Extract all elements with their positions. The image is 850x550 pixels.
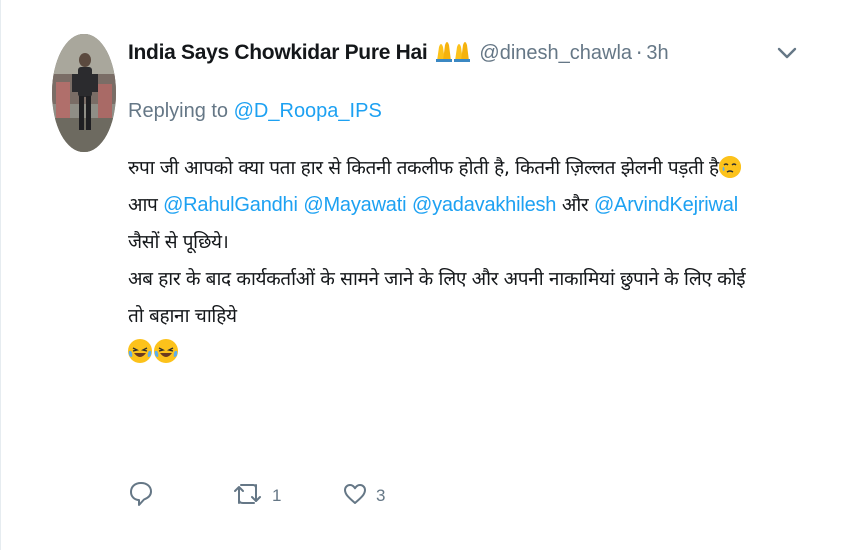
tweet-text-line: अब हार के बाद कार्यकर्ताओं के सामने जाने…: [128, 261, 808, 298]
tweet-text-line5: तो बहाना चाहिये: [128, 305, 237, 327]
tweet-text-line1: रुपा जी आपको क्या पता हार से कितनी तकलीफ…: [128, 157, 719, 179]
tearful-face-emoji-icon: [718, 156, 741, 178]
like-count: 3: [376, 486, 386, 505]
mention-link-rahulgandhi[interactable]: @RahulGandhi: [163, 194, 298, 216]
pray-emoji-icon: [433, 39, 473, 68]
replying-to-label: Replying to: [128, 100, 229, 122]
reply-mention-link[interactable]: @D_Roopa_IPS: [234, 100, 382, 122]
replying-to: Replying to @D_Roopa_IPS: [128, 100, 382, 123]
mention-link-mayawati[interactable]: @Mayawati: [303, 194, 406, 216]
tweet-text-line: [128, 335, 808, 372]
timestamp[interactable]: 3h: [646, 42, 668, 65]
tweet-card[interactable]: India Says Chowkidar Pure Hai @dinesh_ch…: [0, 0, 850, 550]
mention-link-yadavakhilesh[interactable]: @yadavakhilesh: [412, 194, 556, 216]
user-handle[interactable]: @dinesh_chawla: [479, 42, 632, 65]
tweet-text-line3: जैसों से पूछिये।: [128, 231, 229, 253]
retweet-count: 1: [272, 486, 282, 505]
tweet-text-line: तो बहाना चाहिये: [128, 298, 808, 335]
tweet-text: रुपा जी आपको क्या पता हार से कितनी तकलीफ…: [128, 150, 808, 372]
display-name[interactable]: India Says Chowkidar Pure Hai: [128, 41, 428, 65]
tweet-header: India Says Chowkidar Pure Hai @dinesh_ch…: [128, 38, 669, 68]
separator-dot: ·: [636, 41, 643, 65]
chevron-down-icon[interactable]: [776, 44, 798, 62]
tweet-text-line4: अब हार के बाद कार्यकर्ताओं के सामने जाने…: [128, 268, 746, 290]
tweet-text-line: आप @RahulGandhi @Mayawati @yadavakhilesh…: [128, 187, 808, 224]
reply-icon: [128, 480, 154, 512]
crying-laughing-emoji-icon: [128, 339, 152, 363]
reply-button[interactable]: [128, 480, 232, 512]
and-word: और: [561, 194, 589, 216]
tweet-actions: 1 3: [128, 478, 422, 514]
mention-link-arvindkejriwal[interactable]: @ArvindKejriwal: [594, 194, 738, 216]
tweet-text-line: जैसों से पूछिये।: [128, 224, 808, 261]
card-border: [0, 0, 1, 550]
crying-laughing-emoji-icon: [154, 339, 178, 363]
tweet-text-line2-prefix: आप: [128, 194, 158, 216]
like-button[interactable]: 3: [342, 481, 422, 511]
tweet-text-line: रुपा जी आपको क्या पता हार से कितनी तकलीफ…: [128, 150, 808, 187]
avatar[interactable]: [52, 34, 116, 152]
heart-icon: [342, 481, 368, 511]
retweet-button[interactable]: 1: [232, 481, 342, 511]
retweet-icon: [232, 481, 264, 511]
